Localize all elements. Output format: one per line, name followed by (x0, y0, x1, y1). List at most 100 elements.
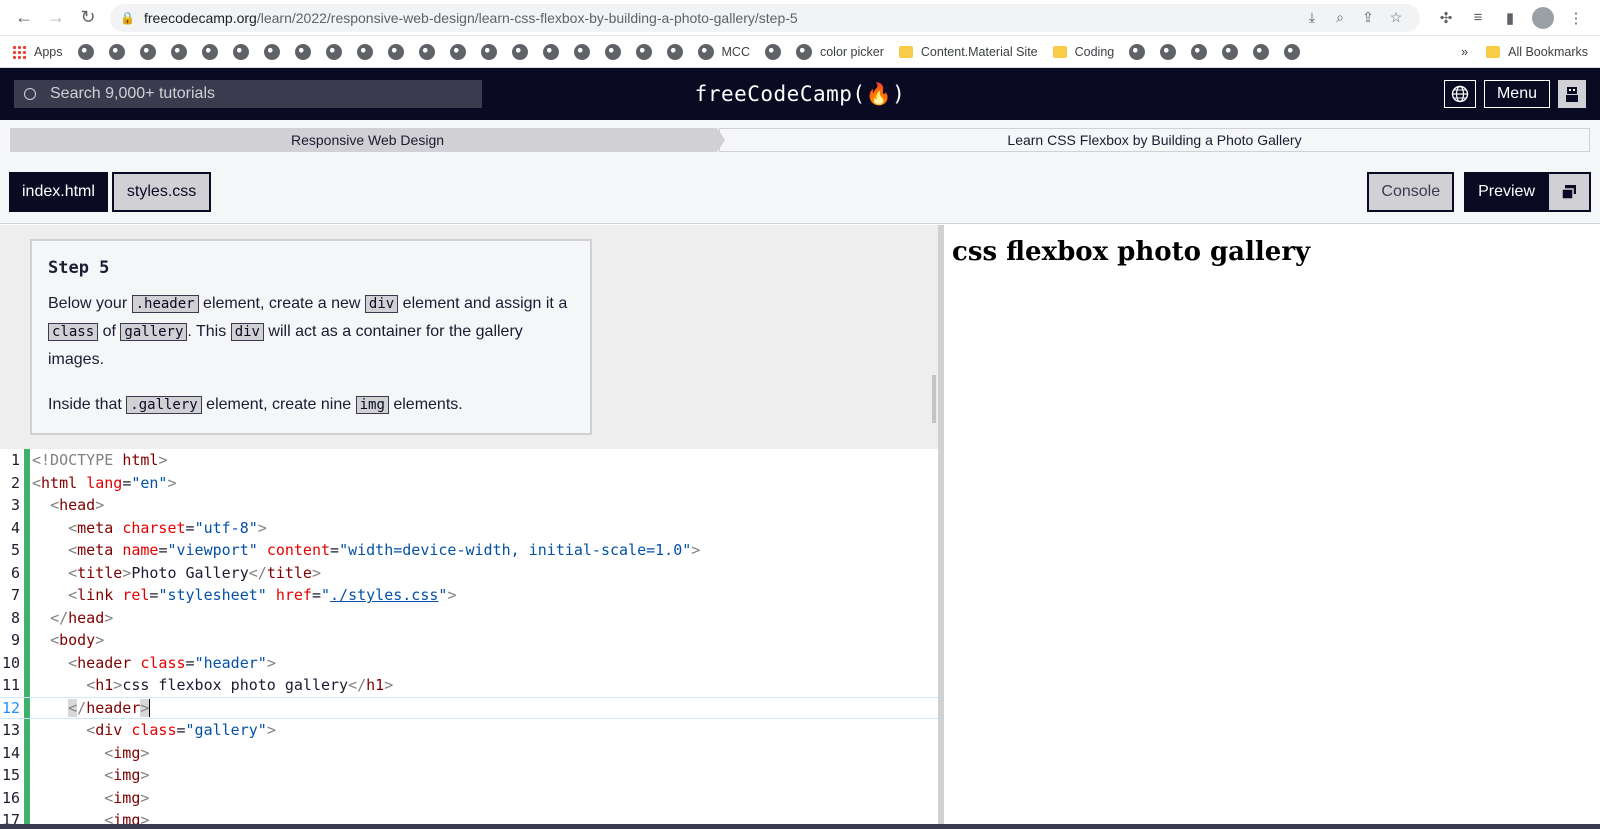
bookmark-item[interactable] (170, 43, 187, 60)
line-number: 1 (10, 451, 20, 470)
bookmark-item[interactable] (542, 43, 559, 60)
bookmark-item[interactable] (1160, 43, 1177, 60)
code-editor[interactable]: 1 <!DOCTYPE html> 2 <html lang="en"> 3 <he… (0, 449, 938, 829)
bookmark-item[interactable] (573, 43, 590, 60)
language-button[interactable] (1443, 80, 1476, 108)
install-icon[interactable]: ⤓ (1298, 9, 1326, 26)
code-line[interactable]: 15 <img> (0, 764, 938, 787)
code-line[interactable]: 14 <img> (0, 741, 938, 764)
preview-pane: css flexbox photo gallery (944, 225, 1600, 829)
code-line[interactable]: 5 <meta name="viewport" content="width=d… (0, 539, 938, 562)
bookmark-all-bookmarks[interactable]: All Bookmarks (1486, 45, 1588, 59)
code-line[interactable]: 16 <img> (0, 786, 938, 809)
text: element, create a new (198, 295, 365, 312)
bookmark-item[interactable] (356, 43, 373, 60)
text: . This (187, 323, 231, 340)
tab-styles-css[interactable]: styles.css (111, 171, 212, 212)
text: element, create nine (201, 396, 356, 413)
code-line[interactable]: 13 <div class="gallery"> (0, 719, 938, 742)
line-number: 13 (1, 721, 20, 740)
kebab-menu-icon[interactable]: ⋮ (1560, 9, 1592, 27)
breadcrumb-block[interactable]: Learn CSS Flexbox by Building a Photo Ga… (719, 128, 1590, 152)
bookmark-item[interactable] (294, 43, 311, 60)
globe-icon (1451, 85, 1469, 103)
preview-button[interactable]: Preview (1464, 171, 1591, 212)
bookmark-item[interactable] (1191, 43, 1208, 60)
code-line[interactable]: 8 </head> (0, 606, 938, 629)
bookmark-item[interactable] (666, 43, 683, 60)
extensions-icon[interactable]: ✣ (1430, 9, 1462, 27)
text: elements. (388, 396, 463, 413)
bookmark-item[interactable] (77, 43, 94, 60)
code-line[interactable]: 4 <meta charset="utf-8"> (0, 516, 938, 539)
code-line[interactable]: 6 <title>Photo Gallery</title> (0, 561, 938, 584)
code-line[interactable]: 2 <html lang="en"> (0, 471, 938, 494)
instructions-paragraph-1: Below your .header element, create a new… (48, 290, 574, 373)
bookmark-item[interactable] (108, 43, 125, 60)
search-input[interactable]: Search 9,000+ tutorials (14, 80, 482, 108)
fcc-logo[interactable]: freeCodeCamp(🔥) (695, 82, 906, 107)
tab-index-html[interactable]: index.html (9, 171, 108, 212)
address-bar[interactable]: 🔒 freecodecamp.org /learn/2022/responsiv… (110, 3, 1420, 32)
globe-icon (511, 43, 528, 60)
bookmark-label: color picker (819, 44, 884, 59)
popout-icon[interactable] (1549, 173, 1589, 210)
bookmark-item[interactable] (418, 43, 435, 60)
back-icon[interactable]: ← (8, 2, 40, 34)
forward-icon[interactable]: → (40, 2, 72, 34)
bookmarks-overflow-icon[interactable]: » (1461, 45, 1468, 59)
code-line[interactable]: 7 <link rel="stylesheet" href="./styles.… (0, 584, 938, 607)
folder-icon (1052, 45, 1067, 58)
bookmark-item[interactable] (387, 43, 404, 60)
bookmark-item[interactable] (1284, 43, 1301, 60)
code-line-current[interactable]: 12 </header> (0, 696, 938, 719)
code-line[interactable]: 10 <header class="header"> (0, 651, 938, 674)
bookmark-label: Content.Material Site (920, 44, 1038, 59)
robot-avatar-icon (1566, 87, 1578, 102)
url-host: freecodecamp.org (144, 9, 257, 26)
bookmark-item[interactable] (604, 43, 621, 60)
reload-icon[interactable]: ↻ (72, 2, 104, 34)
bookmark-content-material[interactable]: Content.Material Site (898, 44, 1038, 59)
globe-icon (764, 43, 781, 60)
bookmark-item[interactable] (139, 43, 156, 60)
profile-avatar[interactable] (1532, 6, 1554, 29)
code-line[interactable]: 1 <!DOCTYPE html> (0, 449, 938, 472)
star-icon[interactable]: ☆ (1382, 9, 1410, 26)
bookmark-item[interactable] (764, 43, 781, 60)
bookmark-item[interactable] (1222, 43, 1239, 60)
code-chip: img (355, 396, 389, 414)
instructions-scrollbar[interactable] (932, 375, 936, 423)
bookmark-coding[interactable]: Coding (1052, 45, 1114, 59)
bookmark-item[interactable] (1253, 43, 1270, 60)
line-number: 14 (1, 743, 20, 762)
site-info-icon[interactable]: 🔒 (120, 11, 135, 25)
console-button[interactable]: Console (1367, 171, 1455, 212)
bookmark-item[interactable] (325, 43, 342, 60)
bookmark-item[interactable] (480, 43, 497, 60)
bookmark-mcc[interactable]: MCC (697, 43, 750, 60)
zoom-icon[interactable]: ⌕ (1326, 9, 1354, 26)
bookmark-item[interactable] (263, 43, 280, 60)
side-panel-icon[interactable]: ▮ (1494, 9, 1526, 27)
code-chip: div (230, 323, 264, 341)
bookmark-apps[interactable]: Apps (12, 44, 63, 59)
globe-icon (77, 43, 94, 60)
bookmark-color-picker[interactable]: color picker (795, 43, 884, 60)
bookmark-item[interactable] (449, 43, 466, 60)
line-number: 10 (1, 653, 20, 672)
user-avatar[interactable] (1558, 80, 1586, 108)
bookmark-item[interactable] (1129, 43, 1146, 60)
reading-list-icon[interactable]: ≡ (1462, 9, 1494, 26)
code-line[interactable]: 11 <h1>css flexbox photo gallery</h1> (0, 674, 938, 697)
share-icon[interactable]: ⇪ (1354, 9, 1382, 26)
bookmark-item[interactable] (201, 43, 218, 60)
breadcrumb-superblock[interactable]: Responsive Web Design (10, 128, 725, 152)
bookmark-item[interactable] (635, 43, 652, 60)
search-placeholder: Search 9,000+ tutorials (50, 85, 215, 102)
bookmark-item[interactable] (232, 43, 249, 60)
code-line[interactable]: 9 <body> (0, 629, 938, 652)
menu-button[interactable]: Menu (1483, 80, 1550, 108)
code-line[interactable]: 3 <head> (0, 494, 938, 517)
bookmark-item[interactable] (511, 43, 528, 60)
